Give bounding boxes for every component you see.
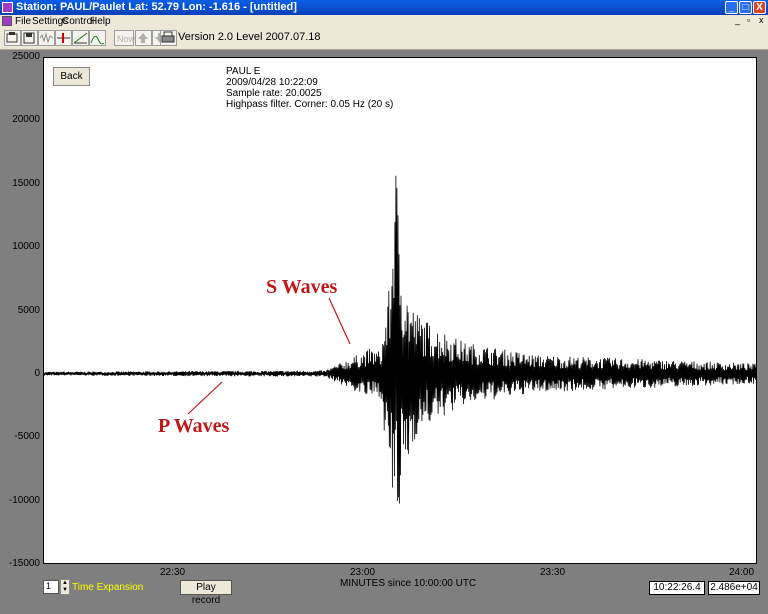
filter-icon[interactable]	[72, 30, 89, 46]
y-tick-label: 20000	[12, 114, 40, 126]
mdi-close-button[interactable]: x	[759, 15, 764, 25]
spin-down-icon[interactable]: ▼	[61, 587, 69, 594]
play-record-button[interactable]: Play record	[180, 580, 232, 606]
trace-line	[43, 175, 757, 504]
version-label: Version 2.0 Level 2007.07.18	[178, 31, 321, 43]
y-tick-label: -10000	[8, 494, 40, 506]
spin-up-icon[interactable]: ▲	[61, 580, 69, 587]
start-time-label: 2009/04/28 10:22:09	[226, 77, 318, 88]
s-waves-annotation: S Waves	[266, 276, 338, 298]
now-label: Now	[117, 34, 136, 44]
x-tick-label: 23:30	[540, 567, 566, 578]
x-tick-label: 23:00	[350, 567, 376, 578]
maximize-button[interactable]: □	[739, 1, 752, 14]
minimize-button[interactable]: _	[725, 1, 738, 14]
window-title: Station: PAUL/Paulet Lat: 52.79 Lon: -1.…	[16, 1, 297, 13]
x-axis-label: MINUTES since 10:00:00 UTC	[340, 578, 477, 589]
y-tick-label: -5000	[14, 431, 40, 443]
back-button[interactable]: Back	[53, 67, 90, 86]
print-icon[interactable]	[160, 30, 177, 46]
time-expansion-label: Time Expansion	[72, 582, 144, 593]
menu-bar: File Settings Control Help _ ▫ x	[0, 15, 768, 28]
y-tick-label: 0	[34, 367, 40, 379]
close-button[interactable]: X	[753, 1, 766, 14]
value-readout: 2.486e+04	[708, 581, 760, 595]
sample-rate-label: Sample rate: 20.0025	[226, 88, 322, 99]
menu-file[interactable]: File	[15, 16, 31, 27]
document-icon	[2, 16, 12, 26]
x-tick-label: 24:00	[729, 567, 755, 578]
spectrum-icon[interactable]	[89, 30, 106, 46]
now-button[interactable]: Now	[114, 30, 136, 46]
open-icon[interactable]	[4, 30, 21, 46]
filter-label: Highpass filter. Corner: 0.05 Hz (20 s)	[226, 99, 394, 110]
y-tick-label: 15000	[12, 177, 40, 189]
mdi-restore-button[interactable]: ▫	[747, 15, 750, 25]
waveform-icon[interactable]	[38, 30, 55, 46]
p-waves-annotation: P Waves	[158, 415, 230, 437]
y-tick-label: -15000	[8, 558, 40, 569]
app-icon	[2, 2, 13, 13]
station-label: PAUL E	[226, 66, 261, 77]
mdi-minimize-button[interactable]: _	[735, 15, 740, 25]
save-icon[interactable]	[21, 30, 38, 46]
seismogram-plot[interactable]	[43, 57, 757, 564]
pick-icon[interactable]	[55, 30, 72, 46]
seismogram-trace	[43, 175, 757, 504]
y-tick-label: 25000	[12, 51, 40, 62]
scroll-up-icon[interactable]	[135, 30, 152, 46]
title-bar: Station: PAUL/Paulet Lat: 52.79 Lon: -1.…	[0, 0, 768, 15]
toolbar: Now Version 2.0 Level 2007.07.18	[0, 28, 768, 50]
time-expansion-spinner[interactable]: ▲ ▼	[60, 579, 70, 595]
y-tick-label: 5000	[17, 304, 40, 316]
time-readout: 10:22:26.4	[649, 581, 705, 595]
menu-help[interactable]: Help	[90, 16, 111, 27]
y-tick-label: 10000	[12, 241, 40, 253]
time-expansion-input[interactable]: 1	[43, 580, 59, 594]
x-tick-label: 22:30	[160, 567, 186, 578]
